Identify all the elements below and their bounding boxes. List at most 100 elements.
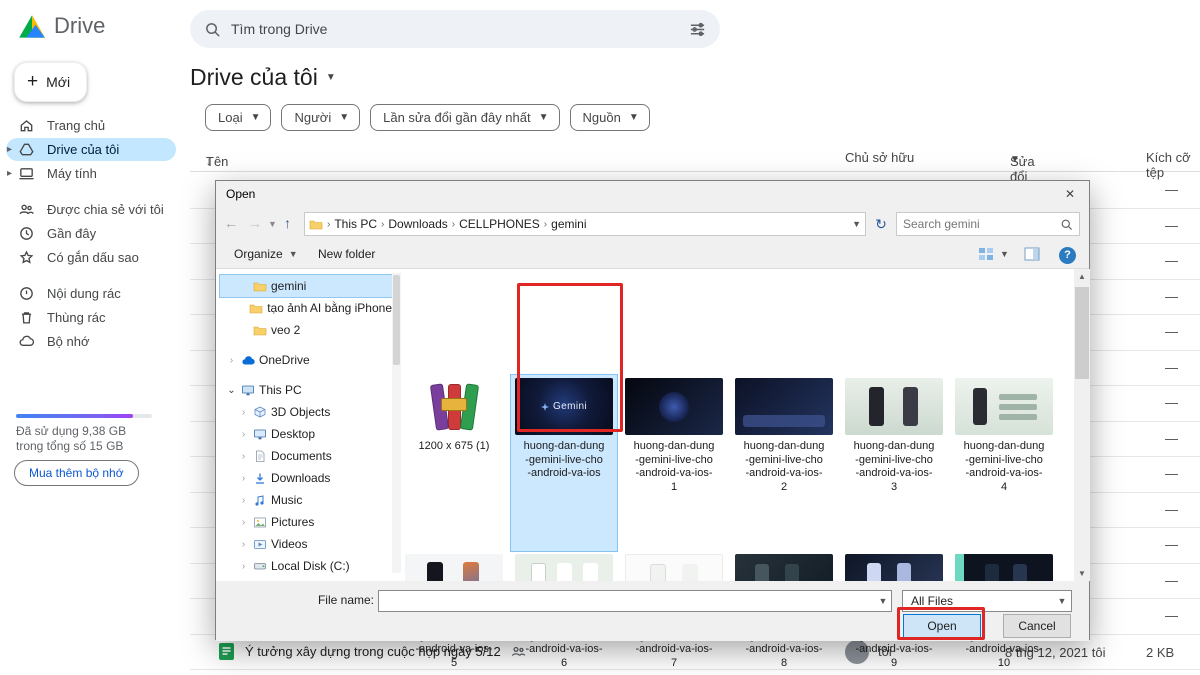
up-icon[interactable]: ↑ <box>284 215 291 231</box>
tree-item-onedrive[interactable]: › OneDrive <box>220 349 392 371</box>
file-item[interactable]: huong-dan-dung -gemini-live-cho -android… <box>731 375 837 551</box>
sidebar-item-home[interactable]: Trang chủ <box>6 114 176 137</box>
sidebar-item-trash[interactable]: Thùng rác <box>6 306 176 329</box>
refresh-icon[interactable]: ↻ <box>870 212 892 236</box>
breadcrumb-this-pc[interactable]: This PC <box>334 217 377 231</box>
chevron-right-icon[interactable]: › <box>238 539 249 550</box>
size-cell: — <box>1165 608 1178 623</box>
address-dropdown-icon[interactable]: ▼ <box>852 219 861 229</box>
chevron-right-icon[interactable]: › <box>226 355 237 366</box>
breadcrumb-downloads[interactable]: Downloads <box>388 217 447 231</box>
file-item-selected[interactable]: Gemini huong-dan-dung -gemini-live-cho -… <box>511 375 617 551</box>
tree-item-gemini[interactable]: gemini <box>220 275 392 297</box>
close-icon[interactable]: ✕ <box>1055 184 1085 204</box>
downloads-icon <box>253 472 267 485</box>
file-type-combo[interactable]: All Files ▼ <box>902 590 1072 612</box>
size-cell: — <box>1165 360 1178 375</box>
open-file-dialog: Open ✕ ← → ▼ ↑ › This PC › Downloads › C… <box>215 180 1090 640</box>
tree-item-videos[interactable]: › Videos <box>220 533 392 555</box>
new-folder-button[interactable]: New folder <box>318 247 375 261</box>
sidebar-item-label: Thùng rác <box>47 310 106 325</box>
table-header: Tên ↓ Chủ sở hữu Sửa đổi lần cuối ▼ Kích… <box>190 146 1200 172</box>
tree-item-downloads[interactable]: › Downloads <box>220 467 392 489</box>
sidebar-item-recent[interactable]: Gần đây <box>6 222 176 245</box>
file-item[interactable]: huong-dan-dung -gemini-live-cho -android… <box>621 375 727 551</box>
desktop-icon <box>253 428 267 441</box>
breadcrumb-separator: › <box>327 219 330 230</box>
sidebar-item-storage[interactable]: Bộ nhớ <box>6 330 176 353</box>
organize-button[interactable]: Organize▼ <box>234 247 298 261</box>
sidebar-item-label: Nội dung rác <box>47 286 121 301</box>
tree-item-desktop[interactable]: › Desktop <box>220 423 392 445</box>
sidebar-item-spam[interactable]: Nội dung rác <box>6 282 176 305</box>
address-bar[interactable]: › This PC › Downloads › CELLPHONES › gem… <box>304 212 866 236</box>
new-button[interactable]: + Mới <box>14 62 87 102</box>
filter-chip-source[interactable]: Nguồn▼ <box>570 104 650 131</box>
file-item[interactable]: huong-dan-dung -gemini-live-cho -android… <box>951 375 1057 551</box>
chevron-right-icon[interactable]: › <box>238 429 249 440</box>
tree-label: OneDrive <box>259 353 310 367</box>
sidebar-item-starred[interactable]: Có gắn dấu sao <box>6 246 176 269</box>
filter-chip-type[interactable]: Loại▼ <box>205 104 271 131</box>
column-header-owner[interactable]: Chủ sở hữu <box>845 150 914 165</box>
tree-item-pictures[interactable]: › Pictures <box>220 511 392 533</box>
preview-pane-button[interactable] <box>1024 247 1040 261</box>
file-name-label: huong-dan-dung -gemini-live-cho -android… <box>744 440 825 494</box>
tree-item-3d-objects[interactable]: › 3D Objects <box>220 401 392 423</box>
drive-search-input[interactable] <box>231 21 679 37</box>
tree-item-this-pc[interactable]: ⌄ This PC <box>220 379 392 401</box>
dialog-navbar: ← → ▼ ↑ › This PC › Downloads › CELLPHON… <box>216 207 1089 241</box>
drive-logo[interactable]: Drive <box>18 13 105 39</box>
expander-icon[interactable]: ▸ <box>7 144 12 155</box>
file-grid-scrollbar[interactable]: ▲ ▼ <box>1074 269 1090 581</box>
chevron-expanded-icon[interactable]: ⌄ <box>226 385 237 396</box>
filter-chip-people[interactable]: Người▼ <box>281 104 360 131</box>
tree-item-tao-anh-ai[interactable]: tạo ảnh AI bằng iPhone <box>220 297 392 319</box>
drive-search-bar[interactable] <box>190 10 720 48</box>
chevron-right-icon[interactable]: › <box>238 561 249 572</box>
computer-icon <box>18 165 35 182</box>
forward-icon[interactable]: → <box>248 215 262 231</box>
tree-scrollbar-thumb[interactable] <box>393 275 400 365</box>
chevron-right-icon[interactable]: › <box>238 473 249 484</box>
chevron-right-icon[interactable]: › <box>238 407 249 418</box>
page-title[interactable]: Drive của tôi ▼ <box>190 64 336 91</box>
expander-icon[interactable]: ▸ <box>7 168 12 179</box>
file-item[interactable]: 1200 x 675 (1) <box>401 375 507 551</box>
file-name-combo[interactable]: ▼ <box>378 590 892 612</box>
tree-item-veo-2[interactable]: veo 2 <box>220 319 392 341</box>
file-item[interactable]: huong-dan-dung -gemini-live-cho -android… <box>841 375 947 551</box>
cancel-button[interactable]: Cancel <box>1003 614 1071 638</box>
chevron-right-icon[interactable]: › <box>238 495 249 506</box>
dialog-search-box[interactable] <box>896 212 1080 236</box>
breadcrumb-cellphones[interactable]: CELLPHONES <box>459 217 540 231</box>
tree-item-documents[interactable]: › Documents <box>220 445 392 467</box>
buy-storage-button[interactable]: Mua thêm bộ nhớ <box>14 460 139 486</box>
open-button[interactable]: Open <box>903 614 981 638</box>
scrollbar-thumb[interactable] <box>1075 287 1089 379</box>
tune-filter-icon[interactable] <box>689 21 706 38</box>
tree-item-music[interactable]: › Music <box>220 489 392 511</box>
sidebar-item-computers[interactable]: ▸ Máy tính <box>6 162 176 185</box>
chevron-right-icon[interactable]: › <box>238 451 249 462</box>
chevron-down-icon[interactable]: ▼ <box>875 596 891 606</box>
help-button[interactable]: ? <box>1059 247 1076 264</box>
history-dropdown-icon[interactable]: ▼ <box>268 219 277 229</box>
breadcrumb-gemini[interactable]: gemini <box>551 217 586 231</box>
filter-chip-modified[interactable]: Lần sửa đổi gần đây nhất▼ <box>370 104 559 131</box>
file-name-label: huong-dan-dung -gemini-live-cho -android… <box>634 440 715 494</box>
dialog-search-input[interactable] <box>903 217 1060 231</box>
tree-item-local-disk-c[interactable]: › Local Disk (C:) <box>220 555 392 577</box>
chevron-right-icon[interactable]: › <box>238 517 249 528</box>
view-mode-button[interactable]: ▼ <box>978 247 1009 261</box>
sidebar-item-my-drive[interactable]: ▸ Drive của tôi <box>6 138 176 161</box>
page-title-text: Drive của tôi <box>190 64 318 91</box>
scroll-down-icon[interactable]: ▼ <box>1074 566 1090 581</box>
back-icon[interactable]: ← <box>224 215 238 231</box>
size-cell: — <box>1165 324 1178 339</box>
dialog-titlebar[interactable]: Open ✕ <box>216 181 1089 207</box>
scroll-up-icon[interactable]: ▲ <box>1074 269 1090 284</box>
file-name-input[interactable] <box>379 594 875 608</box>
sidebar-item-label: Trang chủ <box>47 118 105 133</box>
sidebar-item-shared-with-me[interactable]: Được chia sẻ với tôi <box>6 198 176 221</box>
